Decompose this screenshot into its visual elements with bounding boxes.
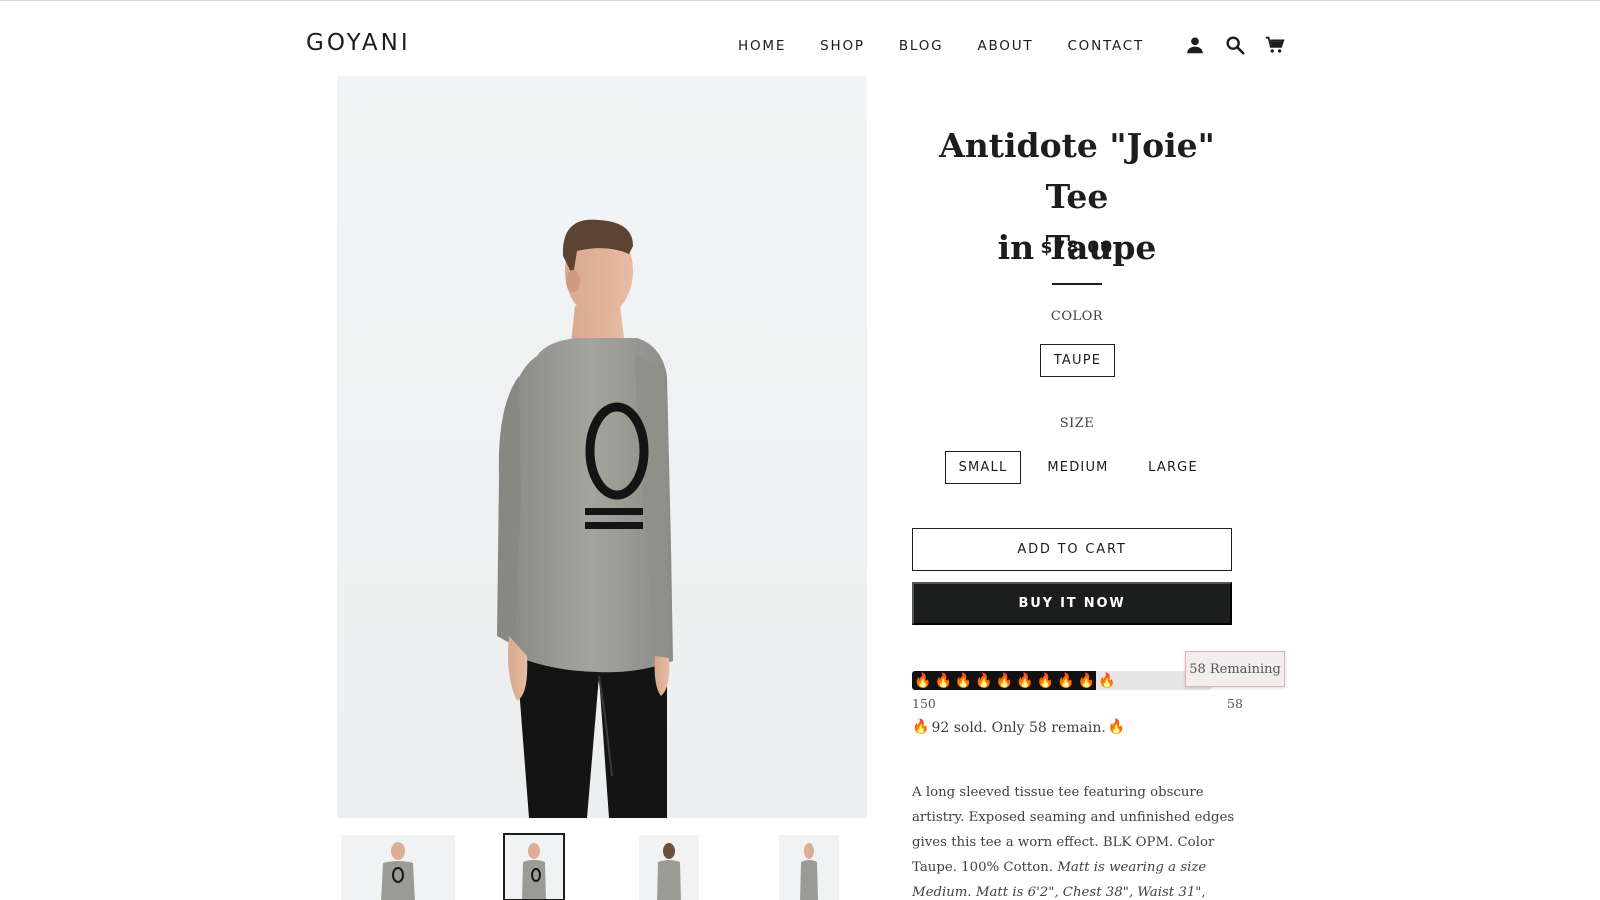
size-label: SIZE [1059,416,1095,431]
fire-icon: 🔥 [1036,672,1055,688]
thumbnail-4[interactable] [779,835,839,900]
size-option-small[interactable]: SMALL [945,451,1021,484]
account-icon[interactable] [1184,34,1206,56]
top-border [0,0,1600,1]
fire-icon: 🔥 [954,672,973,688]
thumbnail-1[interactable] [341,835,455,900]
buy-it-now-button[interactable]: BUY IT NOW [912,582,1232,625]
size-option-large[interactable]: LARGE [1135,451,1211,484]
stock-total-label: 150 [912,696,936,711]
stock-message-text: 92 sold. Only 58 remain. [931,719,1106,736]
fire-icon: 🔥 [1097,672,1116,688]
fire-icon: 🔥 [1057,672,1075,688]
product-main-image[interactable] [337,76,867,818]
fire-icon: 🔥 [1107,719,1126,735]
nav-home[interactable]: HOME [738,38,786,54]
stock-message: 🔥 92 sold. Only 58 remain. 🔥 [912,718,1125,737]
thumbnail-3[interactable] [639,835,699,900]
thumbnail-2[interactable] [503,833,565,900]
nav-contact[interactable]: CONTACT [1067,38,1144,54]
fire-icon: 🔥 [914,672,932,688]
color-option-taupe[interactable]: TAUPE [1040,344,1115,377]
fire-icon: 🔥 [934,672,952,688]
header-icons [1184,34,1286,56]
size-option-medium[interactable]: MEDIUM [1035,451,1121,484]
product-price: $78.00 [1040,238,1114,258]
main-nav: HOME SHOP BLOG ABOUT CONTACT [738,38,1178,54]
nav-shop[interactable]: SHOP [820,38,865,54]
site-logo[interactable]: GOYANI [306,30,411,56]
thumbnail-strip [337,832,867,900]
add-to-cart-button[interactable]: ADD TO CART [912,528,1232,571]
stock-remaining-tooltip: 58 Remaining [1185,651,1285,687]
fire-icon: 🔥 [1077,672,1095,688]
fire-icon: 🔥 [912,719,930,735]
product-description: A long sleeved tissue tee featuring obsc… [912,780,1244,900]
cart-icon[interactable] [1264,34,1286,56]
nav-blog[interactable]: BLOG [899,38,944,54]
search-icon[interactable] [1224,34,1246,56]
stock-remaining-label: 58 [1227,696,1243,711]
nav-about[interactable]: ABOUT [977,38,1033,54]
product-title-line-1: Antidote "Joie" Tee [939,126,1215,216]
fire-icon: 🔥 [1016,672,1034,688]
price-divider [1052,283,1102,285]
fire-icon: 🔥 [975,672,993,688]
color-label: COLOR [1050,309,1104,324]
fire-icon: 🔥 [995,672,1014,688]
stock-progress-fill: 🔥 🔥 🔥 🔥 🔥 🔥 🔥 🔥 🔥 🔥 [912,671,1115,690]
stock-progress-bar: 🔥 🔥 🔥 🔥 🔥 🔥 🔥 🔥 🔥 🔥 [912,671,1212,690]
